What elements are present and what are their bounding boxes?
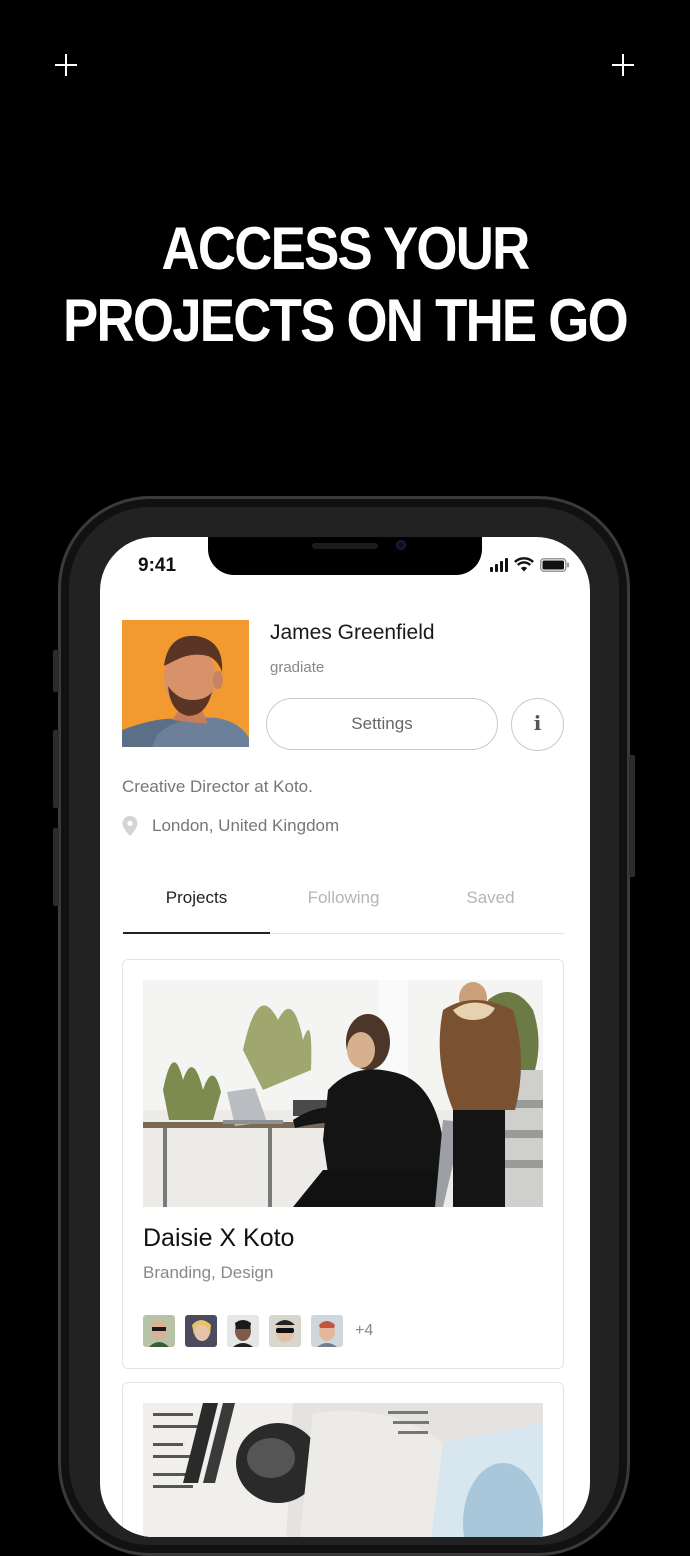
profile-name: James Greenfield bbox=[270, 621, 435, 644]
headline: ACCESS YOUR PROJECTS ON THE GO bbox=[41, 213, 648, 357]
collaborator-avatar[interactable] bbox=[311, 1315, 343, 1347]
phone-power-button bbox=[629, 755, 635, 877]
location-pin-icon bbox=[122, 816, 138, 836]
project-card[interactable]: Daisie X Koto Branding, Design +4 bbox=[122, 959, 564, 1369]
status-icons bbox=[490, 557, 570, 572]
location-text: London, United Kingdom bbox=[152, 816, 340, 835]
collaborator-avatar[interactable] bbox=[227, 1315, 259, 1347]
more-collaborators-count[interactable]: +4 bbox=[355, 1322, 373, 1340]
phone-volume-up bbox=[53, 730, 59, 808]
collaborator-avatars: +4 bbox=[143, 1315, 373, 1347]
plus-icon-left bbox=[52, 51, 80, 79]
settings-button[interactable]: Settings bbox=[266, 698, 498, 750]
plus-icon-right bbox=[609, 51, 637, 79]
signal-icon bbox=[490, 557, 508, 572]
collaborator-avatar[interactable] bbox=[269, 1315, 301, 1347]
project-image bbox=[143, 1403, 543, 1537]
speaker bbox=[312, 543, 378, 549]
project-image bbox=[143, 980, 543, 1207]
profile-location: London, United Kingdom bbox=[122, 816, 339, 836]
tab-following[interactable]: Following bbox=[270, 873, 417, 933]
headline-line-1: ACCESS YOUR bbox=[161, 215, 531, 282]
profile-handle: gradiate bbox=[270, 659, 325, 676]
profile-tabs: Projects Following Saved bbox=[123, 873, 564, 934]
phone-screen: 9:41 James Greenfield gradiate Settings … bbox=[100, 537, 590, 1537]
notch bbox=[208, 537, 482, 575]
tab-projects[interactable]: Projects bbox=[123, 873, 270, 934]
headline-line-2: PROJECTS ON THE GO bbox=[63, 287, 629, 354]
project-title: Daisie X Koto bbox=[143, 1224, 295, 1252]
avatar bbox=[122, 620, 249, 747]
status-time: 9:41 bbox=[138, 555, 177, 576]
phone-side-button bbox=[53, 650, 59, 692]
tab-saved[interactable]: Saved bbox=[417, 873, 564, 933]
profile-bio: Creative Director at Koto. bbox=[122, 777, 313, 796]
battery-icon bbox=[540, 557, 569, 572]
collaborator-avatar[interactable] bbox=[185, 1315, 217, 1347]
phone-volume-down bbox=[53, 828, 59, 906]
project-card[interactable] bbox=[122, 1382, 564, 1537]
info-button[interactable]: i bbox=[511, 698, 564, 751]
front-camera bbox=[396, 540, 406, 550]
collaborator-avatar[interactable] bbox=[143, 1315, 175, 1347]
wifi-icon bbox=[514, 557, 534, 572]
project-tags: Branding, Design bbox=[143, 1263, 274, 1282]
